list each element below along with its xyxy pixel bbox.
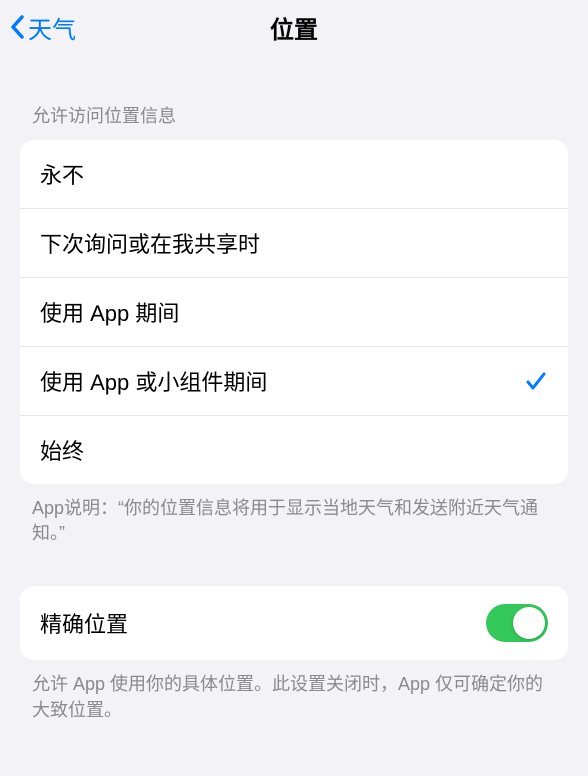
option-label: 使用 App 期间 (40, 296, 179, 328)
option-label: 下次询问或在我共享时 (40, 227, 260, 259)
switch-knob (513, 607, 545, 639)
checkmark-icon (524, 369, 548, 393)
page-title: 位置 (270, 10, 318, 45)
option-never[interactable]: 永不 (20, 140, 568, 208)
navigation-bar: 天气 位置 (0, 0, 588, 54)
location-access-options: 永不 下次询问或在我共享时 使用 App 期间 使用 App 或小组件期间 始终 (20, 140, 568, 484)
back-label: 天气 (28, 10, 76, 45)
precise-location-label: 精确位置 (40, 607, 128, 639)
option-label: 使用 App 或小组件期间 (40, 365, 267, 397)
chevron-left-icon (8, 12, 26, 42)
precise-location-group: 精确位置 (20, 586, 568, 660)
option-while-using-app-or-widgets[interactable]: 使用 App 或小组件期间 (20, 346, 568, 415)
option-while-using-app[interactable]: 使用 App 期间 (20, 277, 568, 346)
option-label: 永不 (40, 158, 84, 190)
section-footer-precise-location: 允许 App 使用你的具体位置。此设置关闭时，App 仅可确定你的大致位置。 (0, 660, 588, 722)
back-button[interactable]: 天气 (8, 10, 76, 45)
precise-location-row[interactable]: 精确位置 (20, 586, 568, 660)
precise-location-toggle[interactable] (486, 604, 548, 642)
option-always[interactable]: 始终 (20, 415, 568, 484)
section-header-location-access: 允许访问位置信息 (0, 54, 588, 140)
option-label: 始终 (40, 434, 84, 466)
section-footer-app-explanation: App说明：“你的位置信息将用于显示当地天气和发送附近天气通知。” (0, 484, 588, 546)
option-ask-next-time[interactable]: 下次询问或在我共享时 (20, 208, 568, 277)
